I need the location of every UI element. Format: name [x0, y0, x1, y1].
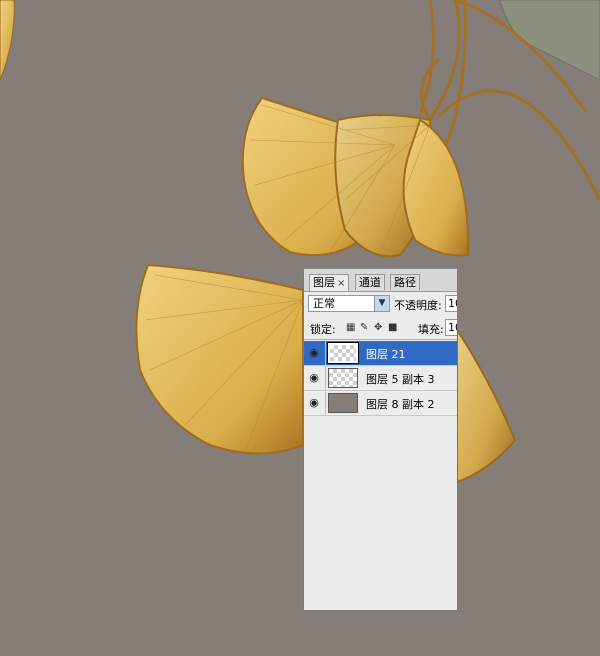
ginkgo-leaf-behind-panel	[456, 326, 517, 484]
divider	[325, 391, 326, 415]
document-canvas[interactable]	[0, 0, 600, 656]
fill-input[interactable]: 10	[445, 319, 457, 336]
lock-move-icon[interactable]: ✥	[374, 322, 382, 333]
fill-label: 填充:	[418, 323, 444, 336]
lock-all-icon[interactable]: ■	[388, 322, 397, 333]
layer-thumbnail	[327, 342, 359, 364]
panel-tabs: 图层 × 通道 路径	[304, 269, 457, 292]
tab-layers-label: 图层	[313, 276, 335, 289]
close-icon[interactable]: ×	[337, 278, 345, 289]
divider	[325, 366, 326, 390]
tab-channels-label: 通道	[359, 276, 381, 289]
layer-name[interactable]: 图层 21	[366, 346, 406, 362]
lock-label: 锁定:	[310, 323, 336, 336]
lock-paint-icon[interactable]: ✎	[360, 322, 368, 333]
lock-fill-row: 锁定: ▦ ✎ ✥ ■ 填充: 10	[308, 319, 457, 337]
tab-layers[interactable]: 图层 ×	[309, 274, 350, 291]
layer-thumbnail	[328, 368, 358, 388]
layer-thumbnail	[328, 393, 358, 413]
chevron-down-icon[interactable]: ▼	[374, 296, 389, 311]
divider	[325, 341, 326, 365]
tab-paths[interactable]: 路径	[390, 274, 420, 290]
opacity-label: 不透明度:	[394, 299, 442, 312]
layer-row[interactable]: ◉ 图层 5 副本 3	[304, 366, 457, 391]
tab-paths-label: 路径	[394, 276, 416, 289]
eye-icon[interactable]: ◉	[306, 395, 322, 411]
ginkgo-leaf-right	[402, 118, 470, 257]
blend-mode-value: 正常	[313, 297, 335, 310]
layer-name[interactable]: 图层 5 副本 3	[366, 371, 435, 387]
opacity-input[interactable]: 10	[445, 295, 457, 312]
eye-icon[interactable]: ◉	[306, 345, 322, 361]
tab-channels[interactable]: 通道	[355, 274, 385, 290]
layers-panel: 图层× 通道 路径 正常 ▼ 不透明度: 10 锁定: ▦ ✎ ✥ ■ 填充: …	[303, 268, 457, 610]
layer-row[interactable]: ◉ 图层 8 副本 2	[304, 391, 457, 416]
divider	[304, 339, 457, 340]
lock-transparent-icon[interactable]: ▦	[346, 322, 355, 333]
layer-row-selected[interactable]: ◉ 图层 21	[304, 341, 457, 366]
layer-name[interactable]: 图层 8 副本 2	[366, 396, 435, 412]
layer-list: ◉ 图层 21 ◉ 图层 5 副本 3 ◉ 图层 8 副本 2	[304, 341, 457, 416]
ginkgo-leaf-lower	[135, 263, 304, 455]
eye-icon[interactable]: ◉	[306, 370, 322, 386]
ginkgo-leaf-fragment	[0, 0, 15, 81]
blend-opacity-row: 正常 ▼ 不透明度: 10	[308, 295, 457, 313]
blend-mode-select[interactable]: 正常 ▼	[308, 295, 390, 312]
